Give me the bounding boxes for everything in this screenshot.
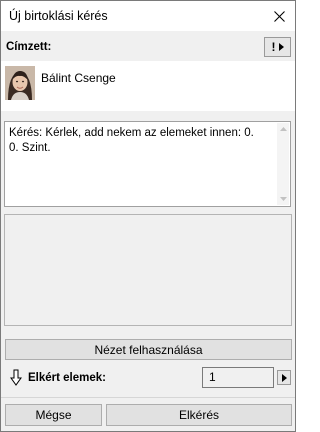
message-scrollbar[interactable]	[277, 123, 289, 205]
message-panel: Kérés: Kérlek, add nekem az elemeket inn…	[1, 111, 295, 207]
recipient-header: Címzett: !	[1, 31, 295, 61]
request-dialog: Új birtoklási kérés Címzett: ! Bálint Cs…	[0, 0, 296, 432]
requested-items-arrow-button[interactable]	[277, 370, 291, 385]
down-arrow-icon	[10, 369, 22, 386]
requested-items-label: Elkért elemek:	[28, 372, 106, 384]
message-text: Kérés: Kérlek, add nekem az elemeket inn…	[9, 127, 254, 154]
avatar	[5, 66, 35, 100]
scroll-up-icon[interactable]	[277, 123, 289, 135]
message-textarea[interactable]: Kérés: Kérlek, add nekem az elemeket inn…	[4, 121, 291, 207]
recipient-name: Bálint Csenge	[41, 71, 116, 85]
cancel-button[interactable]: Mégse	[5, 404, 102, 426]
requested-items-field[interactable]: 1	[202, 367, 274, 388]
close-button[interactable]	[263, 1, 295, 31]
title-bar: Új birtoklási kérés	[1, 1, 295, 31]
dialog-title: Új birtoklási kérés	[9, 9, 108, 23]
recipient-entry[interactable]: Bálint Csenge	[1, 61, 295, 111]
recipient-label: Címzett:	[6, 41, 52, 53]
triangle-right-icon	[278, 43, 284, 51]
use-view-button[interactable]: Nézet felhasználása	[5, 339, 292, 360]
scroll-down-icon[interactable]	[277, 193, 289, 205]
exclamation-icon: !	[271, 40, 276, 54]
triangle-right-icon	[281, 373, 287, 382]
requested-items-list	[4, 214, 292, 326]
priority-menu-button[interactable]: !	[264, 37, 291, 57]
requested-items-row: Elkért elemek: 1	[1, 366, 295, 390]
divider	[1, 397, 295, 398]
request-button[interactable]: Elkérés	[106, 404, 292, 426]
close-icon	[273, 10, 285, 22]
